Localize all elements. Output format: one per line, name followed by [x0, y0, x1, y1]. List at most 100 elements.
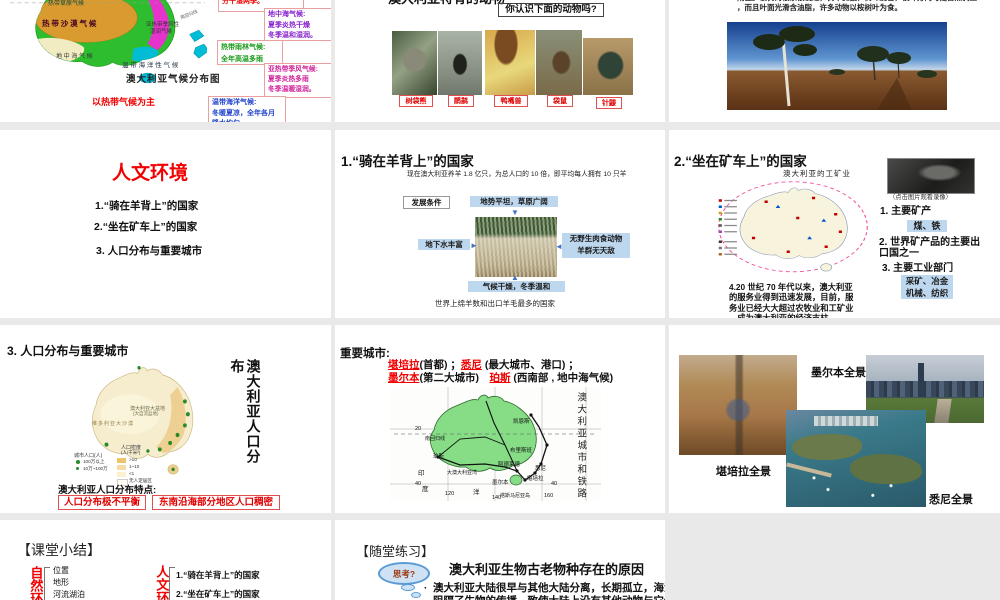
practice-bullet-l1: 澳大利亚大陆很早与其他大陆分离，长期孤立，海洋 [433, 582, 665, 594]
note-oc-l2: 降水均匀。 [212, 119, 282, 122]
legend-density-2: 1~10 [129, 464, 140, 469]
australia-shape [739, 187, 848, 259]
city-melbourne: 墨尔本 [388, 372, 420, 384]
map-label-tasmania: 塔斯马尼亚岛 [500, 493, 531, 499]
legend-density-1: >10 [129, 457, 137, 462]
sydney-skyline [814, 416, 878, 426]
cities-vertical-label: 澳大利亚城市和铁路 [575, 392, 586, 500]
map-label-tropic: 南回归线 [425, 436, 446, 442]
note-oceanic: 温带海洋气候: 冬暖夏凉，全年各月 降水均匀。 [208, 96, 286, 122]
slide-animals[interactable]: 澳大利亚特有的动物 你认识下面的动物吗? 树袋熊 鸸鹋 鸭嘴兽 袋鼠 针鼹 [335, 0, 665, 122]
sheep-box-right-l2: 羊群无天敌 [577, 246, 615, 255]
cities-title: 重要城市: [340, 348, 390, 360]
population-vertical-label-2: 布 [229, 359, 246, 373]
slide-cities[interactable]: 重要城市: 堪培拉(首都) ；悉尼 (最大城市、港口) ； 墨尔本(第二大城市)… [335, 325, 665, 513]
sheep-condition-box: 发展条件 [403, 196, 450, 209]
toc-title: 人文环境 [112, 163, 189, 184]
city-perth-desc: (西南部 , 地中海气候) [510, 372, 614, 384]
legend-density-unit: (人/千米²) [121, 450, 141, 455]
arrow-left-icon: ◄ [555, 242, 563, 251]
legend-density-swatch-1 [117, 458, 126, 463]
map-number-120: 120 [445, 491, 455, 497]
slide-eucalyptus[interactable]: 雨区。桉树的根系很发达，树干挺拔，树叶茂密，枝叶方向可随日照调整 ，而且叶面光滑… [669, 0, 1000, 122]
mining-map-legend [718, 199, 737, 256]
slide-city-photos[interactable]: 堪培拉全景 墨尔本全景图 悉尼全景 [669, 325, 1000, 513]
legend-city-dot-1 [76, 460, 80, 464]
animal-label-platypus: 鸭嘴兽 [494, 95, 528, 107]
legend-city-dot-2 [76, 467, 79, 470]
sheep-box-right: 无野生肉食动物 羊群无天敌 [562, 233, 630, 258]
cities-line-1: 堪培拉(首都) ；悉尼 (最大城市、港口) ； [388, 359, 579, 371]
arrow-down-icon: ▼ [511, 208, 519, 217]
slide-sheep-country[interactable]: 1.“骑在羊背上”的国家 现在澳大利亚养羊 1.8 亿只，为总人口的 10 倍，… [335, 130, 665, 318]
map-label-melbourne: 墨尔本 [492, 480, 509, 486]
map-label-adelaide: 阿德莱德 [498, 462, 521, 468]
map-number-160: 160 [544, 493, 554, 499]
mining-item-4: 4.20 世纪 70 年代以来，澳大利亚 的服务业得到迅速发展，目前，服 务业已… [729, 282, 853, 318]
sheep-flock-photo [475, 217, 557, 277]
new-zealand-shape [189, 29, 207, 59]
slide-population[interactable]: 3. 人口分布与重要城市 维多利亚大沙漠 澳大利亚大盆地 (大自流盆地) 布 澳… [0, 325, 331, 513]
map-label-bight: 大澳大利亚湾 [447, 470, 478, 476]
map-label-sydney: 悉尼 [535, 466, 547, 472]
sydney-bridge [786, 462, 832, 478]
koala-photo [392, 31, 437, 95]
sheep-box-bottom: 气候干燥，冬季温和 [468, 281, 565, 292]
map-label-basin-2: (大自流盆地) [133, 411, 159, 416]
sheep-title: 1.“骑在羊背上”的国家 [341, 154, 474, 169]
legend-density-swatch-3 [117, 472, 126, 477]
note-med-l1: 夏季炎热干燥 [268, 21, 310, 29]
thought-bubble: 思考? [378, 562, 430, 585]
echidna-photo [583, 38, 633, 95]
slide-human-env-toc[interactable]: 人文环境 1.“骑在羊背上”的国家 2.“坐在矿车上”的国家 3. 人口分布与重… [0, 130, 331, 318]
sydney-land-1 [792, 434, 862, 460]
sheep-box-left: 地下水丰富 [418, 239, 470, 250]
summary-human-vertical: 人文环境 [154, 565, 170, 600]
city-canberra-desc: (首都) ； [419, 359, 461, 371]
climate-oceanic-region [132, 46, 159, 62]
mining-photo-caption: （点击图片观看录像） [889, 194, 952, 201]
note-savanna-text: 分干湿两季。 [222, 0, 264, 5]
sheep-condition-label: 发展条件 [411, 198, 442, 207]
mining-video-thumbnail[interactable] [887, 158, 975, 194]
slide-climate[interactable]: 热带草原气候 热 带 沙 漠 气 候 地 中 海 气 候 亚热带季风性 湿润气候… [0, 0, 331, 122]
legend-city-1: 100万以上 [83, 459, 105, 464]
summary-nature-item-2: 地形 [53, 578, 69, 587]
slide-mining-country[interactable]: 2.“坐在矿车上”的国家 澳大利亚的工矿业 （点击图片观看录像） 1. 主要矿产… [669, 130, 1000, 318]
city-sydney-desc: (最大城市、港口) ； [481, 359, 579, 371]
legend-density-4: 无人定居区 [129, 478, 152, 483]
climate-main-point: 以热带气候为主 [92, 97, 156, 107]
melbourne-skyline [866, 381, 984, 397]
summary-nature-item-3: 河流湖泊 [53, 590, 85, 599]
map-label-cairns: 凯恩斯 [513, 419, 530, 425]
eucalyptus-text-2: ，而且叶面光滑含油脂，许多动物以桉树叶为食。 [737, 3, 902, 12]
slide-sorter-view: 热带草原气候 热 带 沙 漠 气 候 地 中 海 气 候 亚热带季风性 湿润气候… [0, 0, 1000, 600]
summary-human-item-1: 1.“骑在羊背上”的国家 [176, 570, 260, 580]
map-label-indian-1: 印 [418, 470, 425, 477]
industries-l1: 采矿、冶金 [905, 276, 949, 286]
label-oceanic: 温 带 海 洋 性 气 候 [122, 62, 179, 69]
sydney-label: 悉尼全景 [929, 494, 973, 506]
thought-bubble-puff-1 [401, 584, 415, 591]
map-label-indian-2: 度 [422, 486, 429, 493]
mining-item-4-l1: 4.20 世纪 70 年代以来，澳大利亚 [729, 282, 853, 292]
city-melbourne-desc: (第二大城市) [419, 372, 490, 384]
practice-bullet-l2: 阻隔了生物的传播，致使大陆上没有其他动物与它们 [433, 595, 665, 600]
map-number-20: 20 [415, 426, 422, 432]
slide-summary[interactable]: 【课堂小结】 自然环境 位置 地形 河流湖泊 气候 人文环境 1.“骑在羊背上”… [0, 520, 331, 600]
animals-question-box: 你认识下面的动物吗? [498, 3, 604, 17]
melbourne-tower [918, 363, 924, 397]
sheep-subtitle: 现在澳大利亚养羊 1.8 亿只，为总人口的 10 倍，即平均每人拥有 10 只羊 [407, 171, 627, 178]
slide-practice[interactable]: 【随堂练习】 思考? 澳大利亚生物古老物种存在的原因 · 澳大利亚大陆很早与其他… [335, 520, 665, 600]
practice-bullet-dot: · [424, 583, 428, 594]
mining-item-4-l3: 务业已经大大超过农牧业和工矿业 [729, 302, 854, 313]
melbourne-path [934, 399, 952, 423]
eucalyptus-trees [753, 26, 937, 110]
arrow-right-icon: ► [470, 241, 478, 250]
city-sydney: 悉尼 [460, 359, 482, 371]
map-number-40: 40 [415, 481, 422, 487]
summary-nature-item-1: 位置 [53, 566, 69, 575]
mining-item-3: 3. 主要工业部门 [882, 263, 954, 274]
map-number-40b: 40 [551, 481, 558, 487]
animals-title: 澳大利亚特有的动物 [388, 0, 505, 6]
